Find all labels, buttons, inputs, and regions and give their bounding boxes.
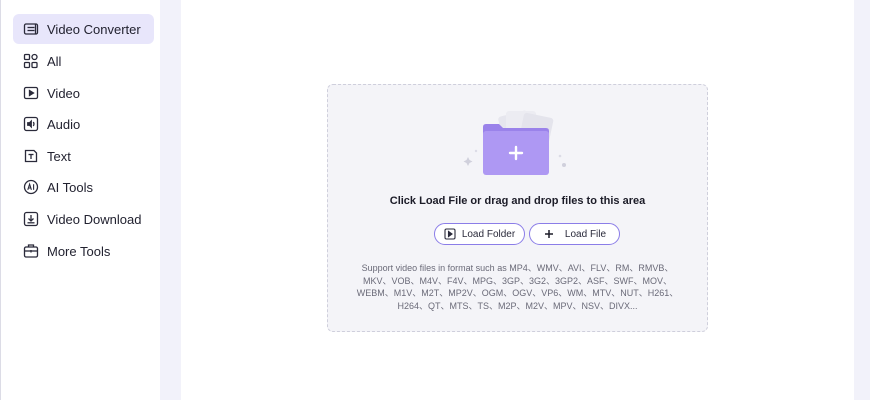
video-converter-icon [23,21,39,37]
file-drop-zone[interactable]: Click Load File or drag and drop files t… [327,84,708,332]
supported-formats-line: MKV、VOB、M4V、F4V、MPG、3GP、3G2、3GP2、ASF、SWF… [362,275,673,286]
grid-icon [23,53,39,69]
app-window: Video Converter All Video Audio Text AI … [0,0,870,400]
toolbox-icon [23,243,39,259]
sidebar-item-audio[interactable]: Audio [13,109,154,139]
supported-formats-line: Support video files in format such as MP… [361,263,674,273]
load-folder-label: Load Folder [461,228,516,240]
sidebar-item-label: More Tools [47,243,111,259]
sidebar-item-label: Text [47,148,71,164]
sidebar-item-label: All [47,53,62,69]
sidebar-item-more-tools[interactable]: More Tools [13,236,154,266]
load-folder-button[interactable]: Load Folder [434,223,525,245]
sidebar: Video Converter All Video Audio Text AI … [0,0,160,400]
plus-icon [543,228,555,240]
text-icon [23,148,39,164]
drop-zone-title: Click Load File or drag and drop files t… [389,195,646,207]
sidebar-item-label: Video Download [47,211,142,227]
sidebar-item-all[interactable]: All [13,46,154,76]
audio-icon [23,116,39,132]
sidebar-item-text[interactable]: Text [13,141,154,171]
right-gutter [854,0,870,400]
download-icon [23,211,39,227]
sidebar-item-label: Video [47,85,81,101]
sidebar-item-video[interactable]: Video [13,78,154,108]
main-panel: Click Load File or drag and drop files t… [181,0,854,400]
video-icon [23,85,39,101]
sidebar-item-video-download[interactable]: Video Download [13,204,154,234]
sidebar-item-ai-tools[interactable]: AI Tools [13,172,154,202]
supported-formats-line: H264、QT、MTS、TS、M2P、M2V、MPV、NSV、DIVX... [397,300,638,311]
load-file-label: Load File [564,228,607,240]
ai-icon [23,179,39,195]
sidebar-item-label: AI Tools [47,179,94,195]
supported-formats-text: Support video files in format such as MP… [336,262,699,312]
folder-add-icon [463,110,566,175]
load-file-button[interactable]: Load File [529,223,620,245]
sidebar-item-label: Audio [47,116,81,132]
folder-import-icon [444,228,456,240]
sidebar-item-label: Video Converter [47,21,141,37]
sidebar-item-video-converter[interactable]: Video Converter [13,14,154,44]
supported-formats-line: WEBM、M1V、M2T、MP2V、OGM、OGV、VP6、WM、MTV、NUT… [356,288,679,298]
